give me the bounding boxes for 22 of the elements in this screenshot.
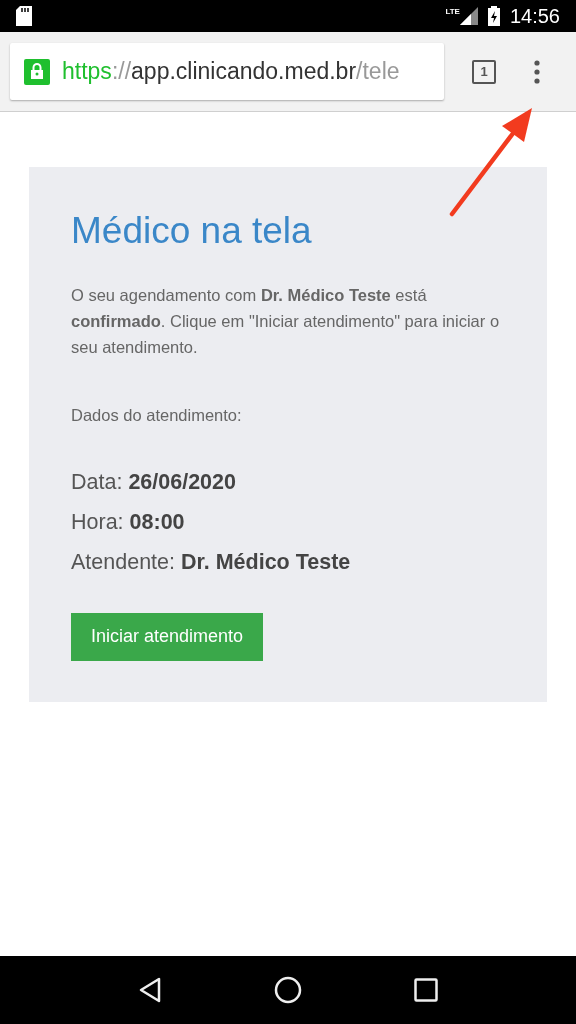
page-title: Médico na tela bbox=[71, 209, 313, 253]
tab-switcher-button[interactable]: 1 bbox=[472, 59, 496, 84]
detail-label: Data: bbox=[71, 468, 123, 496]
address-bar[interactable]: https://app.clinicando.med.br/tele bbox=[10, 43, 444, 100]
detail-label: Atendente: bbox=[71, 548, 175, 576]
confirmation-message: O seu agendamento com Dr. Médico Teste está confirmado. Clique em "Iniciar atendimento" para iniciar o seu atendimento. bbox=[71, 285, 501, 358]
sd-card-icon bbox=[16, 6, 32, 26]
recent-apps-icon[interactable] bbox=[414, 978, 438, 1002]
detail-value: 08:00 bbox=[129, 508, 185, 536]
detail-value: Dr. Médico Teste bbox=[181, 548, 351, 576]
battery-icon bbox=[487, 6, 500, 26]
url-text: https://app.clinicando.med.br/tele bbox=[62, 57, 400, 87]
network-type: LTE bbox=[445, 6, 460, 18]
home-icon[interactable] bbox=[274, 976, 302, 1004]
clock: 14:56 bbox=[509, 4, 560, 29]
signal-icon bbox=[459, 7, 478, 25]
menu-icon[interactable] bbox=[534, 59, 540, 84]
lock-icon bbox=[24, 58, 50, 85]
details-heading: Dados do atendimento: bbox=[71, 405, 243, 426]
back-icon[interactable] bbox=[138, 977, 162, 1003]
detail-label: Hora: bbox=[71, 508, 124, 536]
detail-value: 26/06/2020 bbox=[128, 468, 236, 496]
